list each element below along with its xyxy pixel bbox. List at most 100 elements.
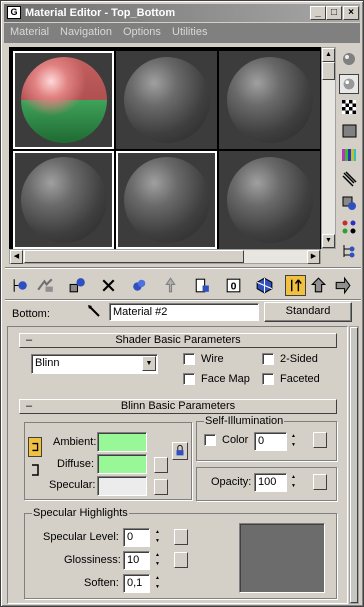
make-preview-icon[interactable]: [339, 169, 359, 189]
sample-slot-6[interactable]: [219, 151, 320, 249]
separator: [5, 299, 361, 300]
material-name-field[interactable]: Material #2: [109, 303, 259, 321]
navigate-forward-icon[interactable]: [332, 275, 353, 296]
self-illum-spinner[interactable]: ▲ ▼: [289, 432, 298, 450]
scroll-right-arrow-icon[interactable]: ▶: [307, 250, 320, 264]
self-illum-map-button[interactable]: [313, 432, 327, 448]
scroll-left-arrow-icon[interactable]: ◀: [10, 250, 23, 264]
sample-slots-grid: [9, 47, 321, 249]
rollout-title: Blinn Basic Parameters: [120, 400, 236, 412]
sample-slot-4[interactable]: [13, 151, 114, 249]
diffuse-map-button[interactable]: [154, 457, 168, 473]
material-sphere-preview: [21, 157, 107, 243]
put-to-scene-icon[interactable]: [35, 275, 56, 296]
ambient-color-swatch[interactable]: [97, 432, 147, 452]
two-sided-checkbox[interactable]: [262, 353, 274, 365]
shader-basic-parameters-header[interactable]: – Shader Basic Parameters: [19, 333, 337, 348]
shader-type-dropdown[interactable]: Blinn ▼: [31, 354, 158, 374]
glossiness-field[interactable]: 10: [123, 551, 150, 570]
scroll-thumb[interactable]: [350, 327, 358, 603]
close-button[interactable]: ×: [343, 6, 359, 20]
material-type-button[interactable]: Standard: [264, 302, 352, 322]
rollout-scrollbar[interactable]: [349, 326, 359, 604]
soften-field[interactable]: 0,1: [123, 574, 150, 593]
pick-material-from-object-icon[interactable]: [86, 303, 104, 321]
assign-to-selection-icon[interactable]: [67, 275, 88, 296]
go-forward-to-sibling-icon[interactable]: [308, 275, 329, 296]
material-map-navigator-icon[interactable]: [339, 241, 359, 261]
specular-level-field[interactable]: 0: [123, 528, 150, 547]
material-sphere-preview: [227, 157, 313, 243]
highlight-curve-display: [239, 523, 325, 593]
get-material-icon[interactable]: [10, 275, 31, 296]
lock-ambient-diffuse-icon[interactable]: [28, 437, 42, 457]
title-bar[interactable]: G Material Editor - Top_Bottom _ □ ×: [4, 4, 360, 22]
glossiness-spinner[interactable]: ▲ ▼: [153, 551, 162, 569]
slots-vertical-scrollbar[interactable]: ▲ ▼: [321, 47, 336, 249]
material-sphere-preview: [227, 57, 313, 143]
chevron-down-icon: ▼: [142, 356, 156, 371]
maximize-button[interactable]: □: [326, 6, 342, 20]
make-unique-icon[interactable]: [129, 275, 150, 296]
specular-level-map-button[interactable]: [174, 529, 188, 545]
material-sphere-preview: [124, 57, 210, 143]
video-color-check-icon[interactable]: [339, 145, 359, 165]
specular-level-spinner[interactable]: ▲ ▼: [153, 528, 162, 546]
self-illum-value-field[interactable]: 0: [254, 432, 287, 451]
sample-slot-3[interactable]: [219, 51, 320, 149]
sample-slot-1[interactable]: [13, 51, 114, 149]
options-icon[interactable]: [339, 193, 359, 213]
material-effects-channel-icon[interactable]: [191, 275, 212, 296]
specular-color-swatch[interactable]: [97, 476, 147, 496]
opacity-label: Opacity:: [211, 476, 252, 488]
scroll-thumb[interactable]: [322, 62, 335, 80]
glossiness-map-button[interactable]: [174, 552, 188, 568]
rollout-title: Shader Basic Parameters: [115, 334, 241, 346]
uv-tiling-icon[interactable]: [339, 121, 359, 141]
collapse-icon: –: [26, 334, 33, 346]
blinn-basic-parameters-header[interactable]: – Blinn Basic Parameters: [19, 399, 337, 414]
go-to-parent-icon[interactable]: [285, 275, 306, 296]
collapse-icon: –: [26, 400, 33, 412]
put-to-library-icon[interactable]: [160, 275, 181, 296]
scroll-thumb[interactable]: [24, 250, 244, 263]
diffuse-color-swatch[interactable]: [97, 454, 147, 474]
menu-material[interactable]: Material: [10, 26, 49, 38]
wire-checkbox[interactable]: [183, 353, 195, 365]
specular-highlights-title: Specular Highlights: [32, 507, 129, 519]
reset-map-icon[interactable]: [98, 275, 119, 296]
menu-options[interactable]: Options: [123, 26, 161, 38]
faceted-checkbox[interactable]: [262, 373, 274, 385]
show-map-in-viewport-icon[interactable]: 0: [223, 275, 244, 296]
minimize-button[interactable]: _: [310, 6, 326, 20]
scroll-up-arrow-icon[interactable]: ▲: [322, 48, 335, 62]
specular-map-button[interactable]: [154, 479, 168, 495]
soften-label: Soften:: [84, 577, 119, 589]
background-icon[interactable]: [339, 97, 359, 117]
slots-horizontal-scrollbar[interactable]: ◀ ▶: [9, 249, 321, 264]
wire-label: Wire: [201, 353, 224, 365]
glossiness-label: Glossiness:: [64, 554, 121, 566]
diffuse-label: Diffuse:: [57, 458, 95, 470]
material-sphere-preview: [21, 57, 107, 143]
scroll-down-arrow-icon[interactable]: ▼: [322, 234, 335, 248]
opacity-value-field[interactable]: 100: [254, 473, 287, 492]
show-end-result-icon[interactable]: [254, 275, 275, 296]
sample-slot-5[interactable]: [116, 151, 217, 249]
menu-utilities[interactable]: Utilities: [172, 26, 207, 38]
soften-spinner[interactable]: ▲ ▼: [153, 574, 162, 592]
sample-slot-2[interactable]: [116, 51, 217, 149]
two-sided-label: 2-Sided: [280, 353, 318, 365]
select-by-material-icon[interactable]: [339, 217, 359, 237]
self-illum-color-checkbox[interactable]: [204, 434, 216, 446]
opacity-map-button[interactable]: [313, 474, 327, 490]
self-illumination-title: Self-Illumination: [204, 415, 285, 427]
lock-map-icon[interactable]: [172, 442, 188, 460]
backlight-icon[interactable]: [339, 74, 359, 94]
opacity-spinner[interactable]: ▲ ▼: [289, 473, 298, 491]
menu-navigation[interactable]: Navigation: [60, 26, 112, 38]
shader-type-value: Blinn: [35, 357, 60, 369]
face-map-checkbox[interactable]: [183, 373, 195, 385]
sample-type-icon[interactable]: [339, 49, 359, 69]
lock-diffuse-specular-icon[interactable]: [28, 459, 42, 481]
